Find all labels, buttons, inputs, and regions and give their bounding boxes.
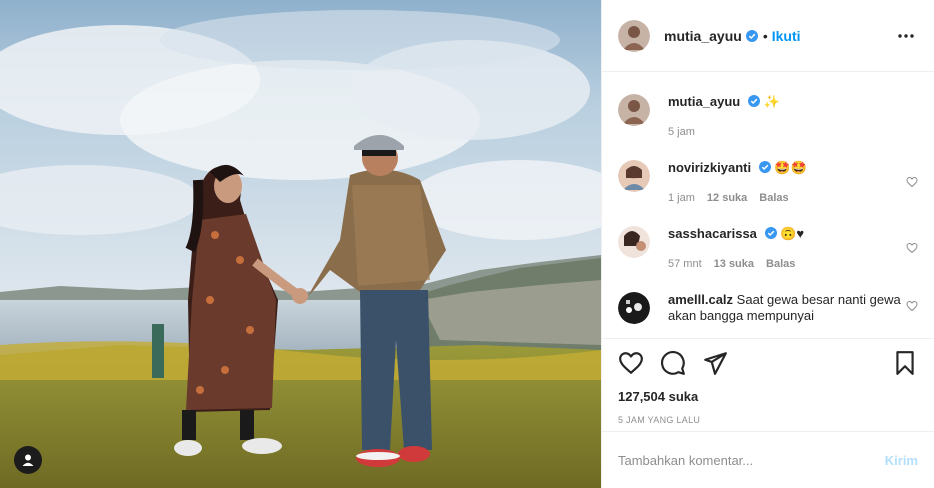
comment-likes[interactable]: 13 suka bbox=[714, 258, 754, 270]
comments-list[interactable]: mutia_ayuu ✨ 5 jam novirizkiyanti 🤩🤩 1 j… bbox=[602, 72, 934, 338]
heart-icon[interactable] bbox=[906, 176, 918, 188]
comment-item: sasshacarissa 🙃♥ 57 mnt 13 suka Balas bbox=[618, 204, 918, 270]
heart-icon[interactable] bbox=[906, 242, 918, 254]
comment-username[interactable]: amelll.calz bbox=[668, 292, 733, 307]
verified-badge-icon bbox=[764, 227, 777, 239]
post-comment-button[interactable]: Kirim bbox=[885, 453, 918, 468]
post-photo[interactable] bbox=[0, 0, 601, 488]
avatar[interactable] bbox=[618, 19, 650, 52]
comment-item: amelll.calz Saat gewa besar nanti gewa a… bbox=[618, 270, 918, 324]
separator-dot: • bbox=[762, 27, 768, 44]
comment-likes[interactable]: 12 suka bbox=[707, 192, 747, 204]
post-header: mutia_ayuu • Ikuti bbox=[602, 0, 934, 72]
comment-text: 🙃♥ bbox=[780, 226, 805, 241]
avatar[interactable] bbox=[618, 226, 650, 258]
avatar[interactable] bbox=[618, 292, 650, 324]
share-icon[interactable] bbox=[702, 350, 728, 376]
more-options-button[interactable] bbox=[894, 24, 918, 48]
tagged-user-button[interactable] bbox=[14, 446, 42, 474]
add-comment-bar: Kirim bbox=[602, 431, 934, 488]
verified-badge-icon bbox=[745, 29, 758, 42]
reply-button[interactable]: Balas bbox=[766, 258, 795, 270]
heart-icon[interactable] bbox=[618, 350, 644, 376]
caption-username[interactable]: mutia_ayuu bbox=[668, 94, 740, 109]
comment-text: 🤩🤩 bbox=[774, 160, 807, 175]
post-panel: mutia_ayuu • Ikuti mutia_ayuu ✨ 5 jam no… bbox=[601, 0, 934, 488]
more-horizontal-icon bbox=[898, 33, 914, 38]
caption: mutia_ayuu ✨ 5 jam bbox=[618, 72, 918, 138]
comment-username[interactable]: novirizkiyanti bbox=[668, 160, 751, 175]
post-timestamp[interactable]: 5 JAM YANG LALU bbox=[618, 415, 918, 425]
verified-badge-icon bbox=[747, 95, 760, 107]
avatar[interactable] bbox=[618, 94, 650, 126]
user-icon bbox=[22, 454, 34, 466]
follow-button[interactable]: Ikuti bbox=[772, 28, 801, 44]
post-actions: 127,504 suka 5 JAM YANG LALU bbox=[602, 338, 934, 425]
verified-badge-icon bbox=[758, 161, 771, 173]
post-author-username[interactable]: mutia_ayuu bbox=[664, 28, 742, 44]
likes-count[interactable]: 127,504 suka bbox=[618, 389, 918, 404]
comment-icon[interactable] bbox=[660, 350, 686, 376]
heart-icon[interactable] bbox=[906, 300, 918, 312]
caption-text: ✨ bbox=[763, 94, 780, 109]
comment-item: novirizkiyanti 🤩🤩 1 jam 12 suka Balas bbox=[618, 138, 918, 204]
photo-scene bbox=[0, 0, 601, 488]
comment-username[interactable]: sasshacarissa bbox=[668, 226, 757, 241]
bookmark-icon[interactable] bbox=[892, 350, 918, 376]
reply-button[interactable]: Balas bbox=[759, 192, 788, 204]
caption-time[interactable]: 5 jam bbox=[668, 126, 695, 138]
avatar[interactable] bbox=[618, 160, 650, 192]
comment-time[interactable]: 57 mnt bbox=[668, 258, 702, 270]
comment-time[interactable]: 1 jam bbox=[668, 192, 695, 204]
comment-input[interactable] bbox=[618, 452, 885, 468]
